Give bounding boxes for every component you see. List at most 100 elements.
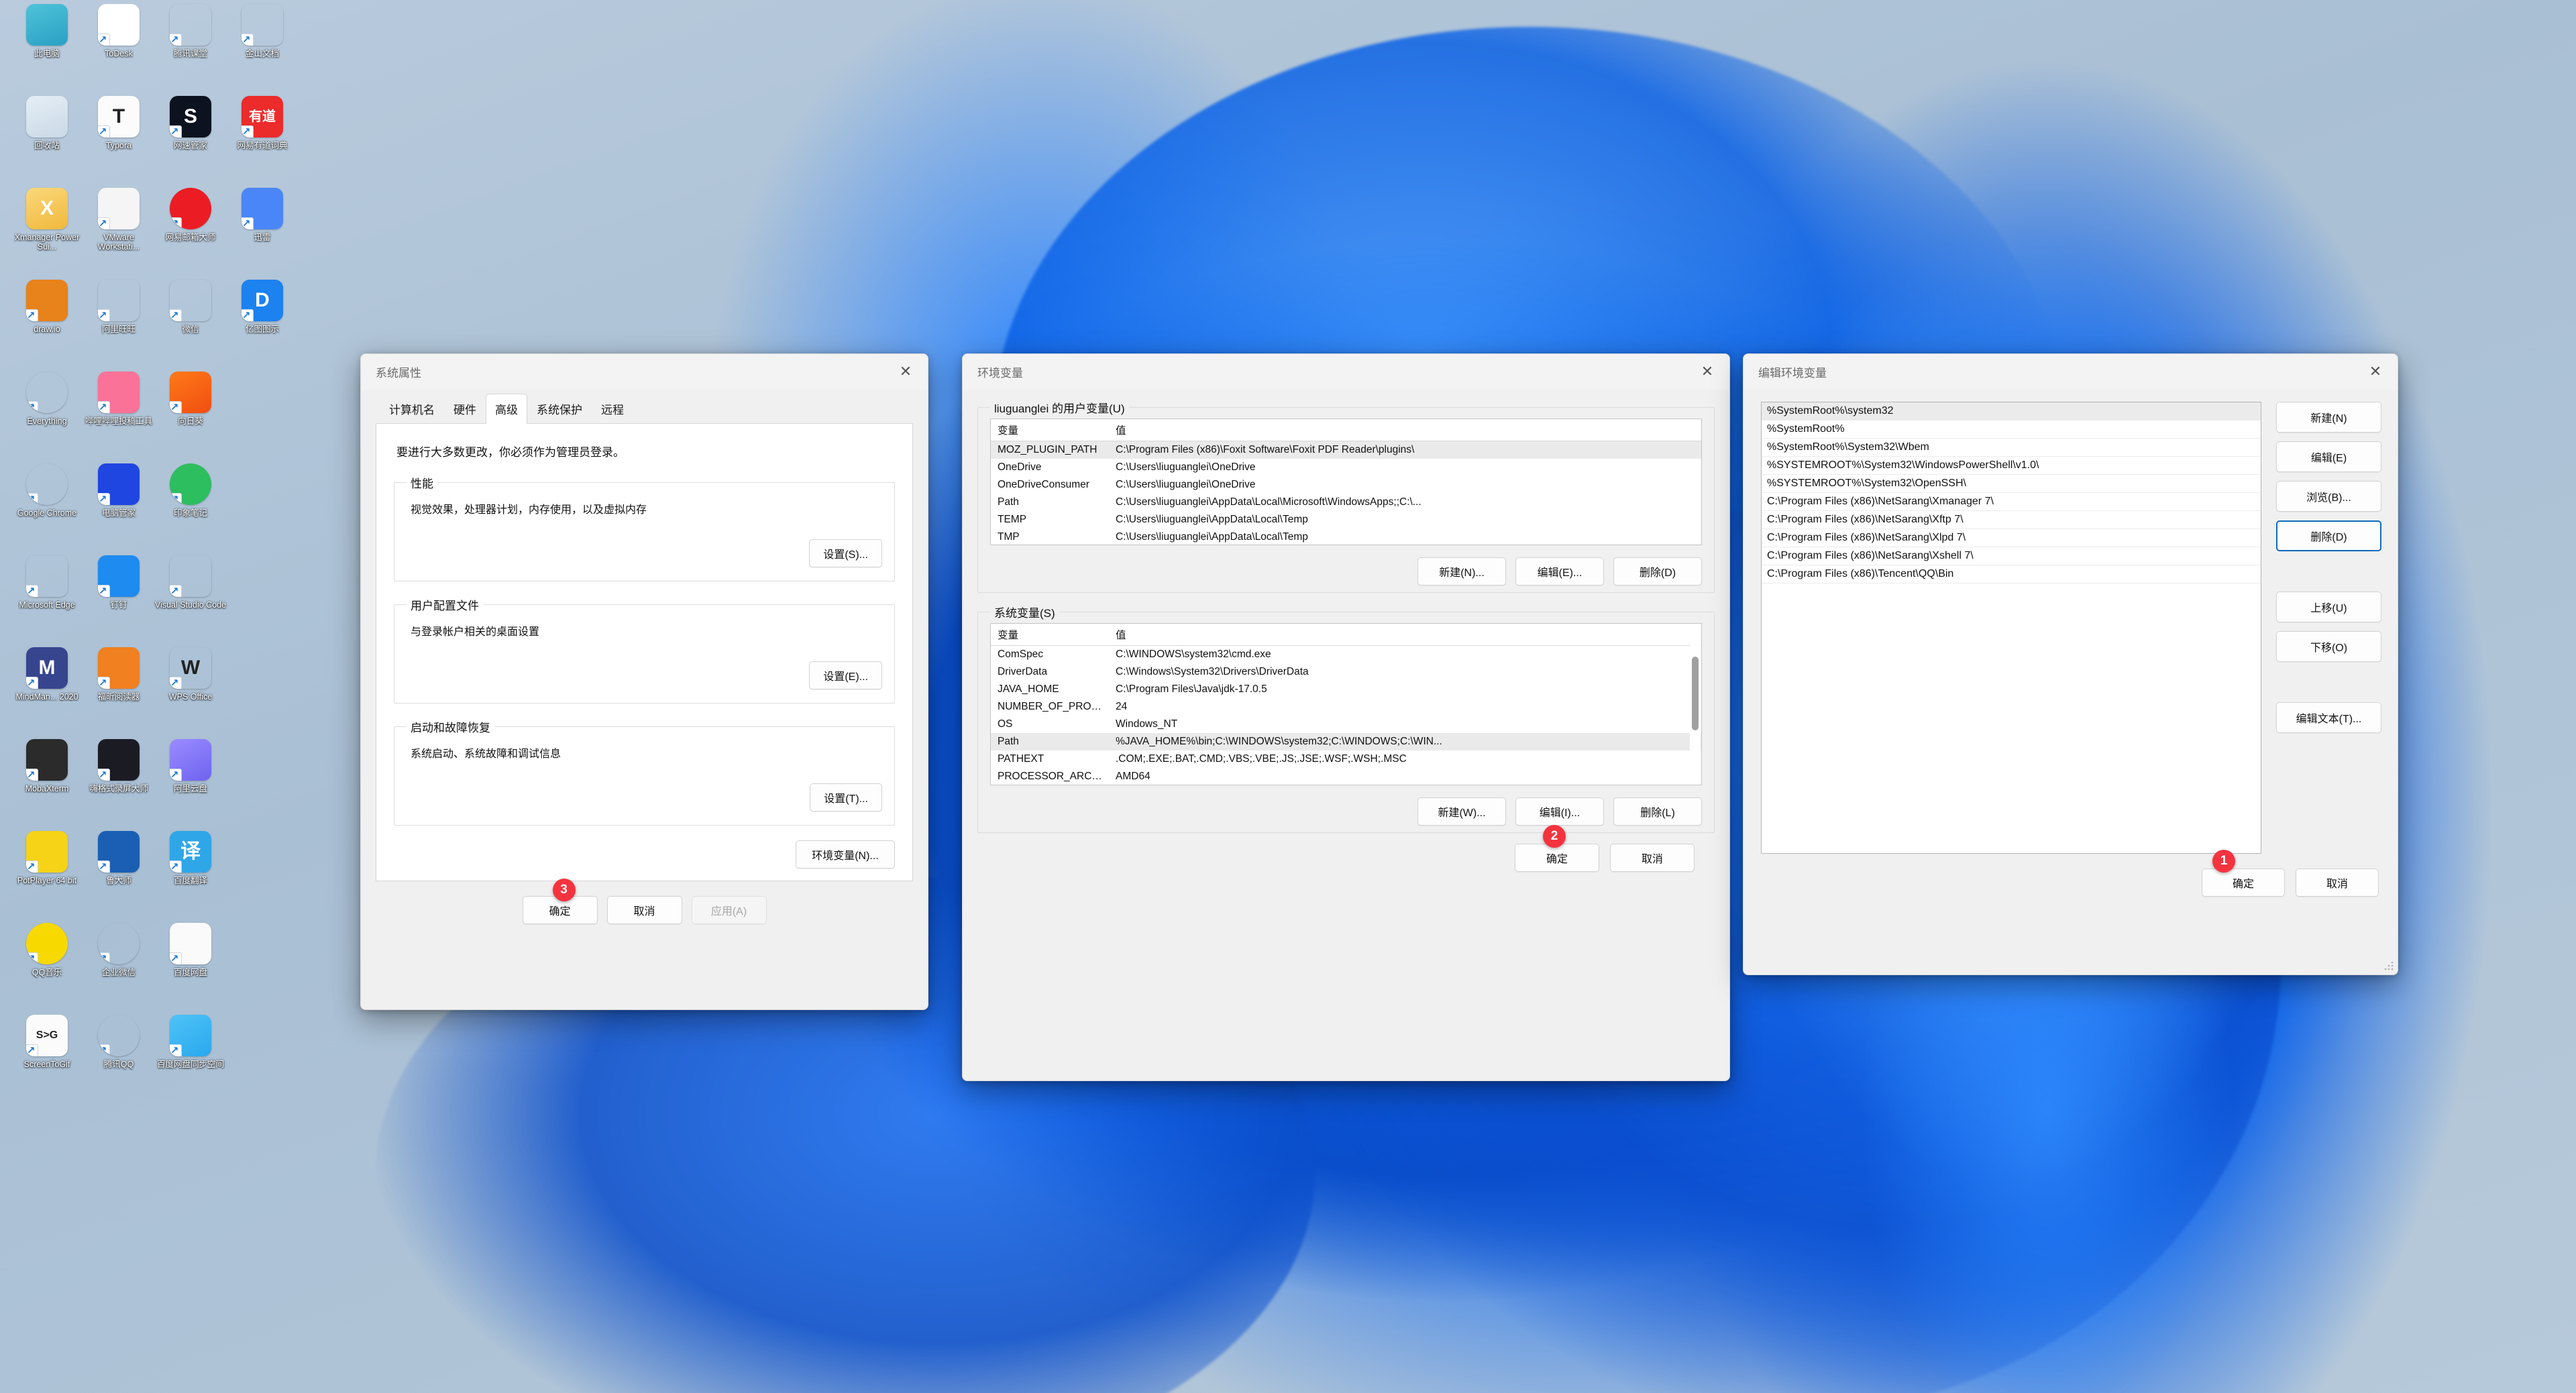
close-icon[interactable]: ✕ xyxy=(2353,354,2398,389)
edit-environment-ok-button[interactable]: 确定 xyxy=(2202,869,2285,897)
edit-env-编辑文本T-button[interactable]: 编辑文本(T)... xyxy=(2276,702,2381,733)
tab-高级[interactable]: 高级 xyxy=(486,394,527,424)
desktop-icon-aliwangwang[interactable]: ↗ 阿里旺旺 xyxy=(81,280,156,334)
desktop-icon-microsoft-edge[interactable]: ↗ Microsoft Edge xyxy=(9,555,85,610)
desktop-icon-drawio[interactable]: ↗ draw.io xyxy=(9,280,85,334)
list-item[interactable]: %SYSTEMROOT%\System32\OpenSSH\ xyxy=(1762,475,2261,493)
list-item[interactable]: %SystemRoot%\System32\Wbem xyxy=(1762,439,2261,457)
tab-硬件[interactable]: 硬件 xyxy=(444,394,486,424)
edit-environment-variable-window[interactable]: 编辑环境变量 ✕ %SystemRoot%\system32 %SystemRoo… xyxy=(1743,353,2398,975)
desktop-icon-evernote[interactable]: ↗ 印象笔记 xyxy=(153,463,228,518)
close-icon[interactable]: ✕ xyxy=(883,354,928,389)
desktop-icon-thunder-xunlei[interactable]: ↗ 迅雷 xyxy=(225,188,300,242)
desktop-icon-bilibili-upload[interactable]: ↗ 哔哩哔哩投稿工具 xyxy=(81,372,156,426)
desktop-icon-sunlogin[interactable]: ↗ 向日葵 xyxy=(153,372,228,426)
environment-variables-window[interactable]: 环境变量 ✕ liuguanglei 的用户变量(U) 变量值 MOZ_PLUGI… xyxy=(962,353,1730,1081)
table-row[interactable]: Path C:\Users\liuguanglei\AppData\Local\M… xyxy=(991,494,1701,511)
list-item[interactable]: C:\Program Files (x86)\NetSarang\Xshell … xyxy=(1762,547,2261,565)
desktop-icon-haigeshi-recorder[interactable]: ↗ 嗨格式录屏大师 xyxy=(81,739,156,793)
desktop-icon-screentogif[interactable]: S>G ↗ ScreenToGif xyxy=(9,1015,85,1069)
table-row[interactable]: NUMBER_OF_PROCESSORS 24 xyxy=(991,698,1701,716)
desktop-icon-tencent-pc-manager[interactable]: ↗ 电脑管家 xyxy=(81,463,156,518)
desktop-icon-kingsoft-docs[interactable]: ↗ 金山文档 xyxy=(225,4,300,58)
desktop-icon-netspeed-manager[interactable]: S ↗ 网速管家 xyxy=(153,96,228,150)
user-variable-edit-button[interactable]: 编辑(E)... xyxy=(1515,557,1604,586)
table-row[interactable]: Path %JAVA_HOME%\bin;C:\WINDOWS\system32;… xyxy=(991,733,1701,750)
desktop-icon-qq-music[interactable]: ↗ QQ音乐 xyxy=(9,923,85,977)
list-item[interactable]: C:\Program Files (x86)\Tencent\QQ\Bin xyxy=(1762,565,2261,583)
user-variable-new-button[interactable]: 新建(N)... xyxy=(1417,557,1506,586)
environment-variables-cancel-button[interactable]: 取消 xyxy=(1610,844,1695,872)
table-row[interactable]: OneDriveConsumer C:\Users\liuguanglei\One… xyxy=(991,476,1701,494)
table-row[interactable]: DriverData C:\Windows\System32\Drivers\Dr… xyxy=(991,663,1701,681)
system-variables-buttons[interactable]: 新建(W)... 编辑(I)... 删除(L) xyxy=(990,797,1702,826)
table-row[interactable]: PATHEXT .COM;.EXE;.BAT;.CMD;.VBS;.VBE;.JS… xyxy=(991,750,1701,768)
edit-environment-side-buttons[interactable]: 新建(N) 编辑(E) 浏览(B)... 删除(D) 上移(U) 下移(O) 编辑文本(T)… xyxy=(2276,402,2381,854)
tab-远程[interactable]: 远程 xyxy=(592,394,633,424)
desktop-icon-mindmanager[interactable]: M ↗ MindMan... 2020 xyxy=(9,647,85,702)
table-row[interactable]: OS Windows_NT xyxy=(991,716,1701,733)
system-variables-table[interactable]: 变量值 ComSpec C:\WINDOWS\system32\cmd.exe Dri… xyxy=(991,624,1701,785)
desktop-icon-xmanager-folder[interactable]: X Xmanager Power Sui... xyxy=(9,188,85,252)
system-variable-new-button[interactable]: 新建(W)... xyxy=(1417,797,1506,826)
user-variables-buttons[interactable]: 新建(N)... 编辑(E)... 删除(D) xyxy=(990,557,1702,586)
resize-grip-icon[interactable] xyxy=(2384,962,2394,971)
desktop-icon-typora[interactable]: T ↗ Typora xyxy=(81,96,156,150)
system-properties-apply-button[interactable]: 应用(A) xyxy=(691,896,767,924)
system-variable-edit-button[interactable]: 编辑(I)... xyxy=(1515,797,1604,826)
settings-button-2[interactable]: 设置(E)... xyxy=(809,661,882,689)
desktop-icon-tencent-qq[interactable]: ↗ 腾讯QQ xyxy=(81,1015,156,1069)
user-variables-table[interactable]: 变量值 MOZ_PLUGIN_PATH C:\Program Files (x86)… xyxy=(991,419,1701,545)
desktop-icon-baidu-netdisk[interactable]: ↗ 百度网盘 xyxy=(153,923,228,977)
system-properties-titlebar[interactable]: 系统属性 ✕ xyxy=(361,354,928,390)
edit-env-下移O-button[interactable]: 下移(O) xyxy=(2276,631,2381,662)
desktop-icon-wechat[interactable]: ↗ 微信 xyxy=(153,280,228,334)
table-row[interactable]: PROCESSOR_ARCHITECTURE AMD64 xyxy=(991,768,1701,785)
desktop-icon-baidu-netdisk-sync[interactable]: ↗ 百度网盘同步空间 xyxy=(153,1015,228,1069)
edit-environment-cancel-button[interactable]: 取消 xyxy=(2296,869,2379,897)
system-properties-cancel-button[interactable]: 取消 xyxy=(606,896,682,924)
list-item[interactable]: C:\Program Files (x86)\NetSarang\Xmanage… xyxy=(1762,493,2261,511)
close-icon[interactable]: ✕ xyxy=(1685,354,1729,389)
table-row[interactable]: OneDrive C:\Users\liuguanglei\OneDrive xyxy=(991,459,1701,476)
settings-button-1[interactable]: 设置(S)... xyxy=(809,539,882,567)
system-variables-table-wrap[interactable]: 变量值 ComSpec C:\WINDOWS\system32\cmd.exe Dri… xyxy=(990,623,1702,785)
scrollbar-thumb[interactable] xyxy=(1692,657,1699,730)
desktop-icon-this-pc[interactable]: 此电脑 xyxy=(9,4,85,58)
table-row[interactable]: TEMP C:\Users\liuguanglei\AppData\Local\T… xyxy=(991,511,1701,528)
tab-系统保护[interactable]: 系统保护 xyxy=(527,394,592,424)
environment-variables-button[interactable]: 环境变量(N)... xyxy=(796,840,895,869)
edit-env-删除D-button[interactable]: 删除(D) xyxy=(2276,520,2381,551)
list-item[interactable]: C:\Program Files (x86)\NetSarang\Xlpd 7\ xyxy=(1762,529,2261,547)
table-row[interactable]: TMP C:\Users\liuguanglei\AppData\Local\Te… xyxy=(991,528,1701,545)
environment-variables-ok-button[interactable]: 确定 xyxy=(1515,844,1599,872)
settings-button-3[interactable]: 设置(T)... xyxy=(810,783,882,812)
desktop-icon-aliyun-drive[interactable]: ↗ 阿里云盘 xyxy=(153,739,228,793)
desktop-icon-mobaxterm[interactable]: ↗ MobaXterm xyxy=(9,739,85,793)
list-item[interactable]: %SYSTEMROOT%\System32\WindowsPowerShell\… xyxy=(1762,457,2261,475)
desktop-icon-baidu-translate[interactable]: 译 ↗ 百度翻译 xyxy=(153,831,228,885)
tab-计算机名[interactable]: 计算机名 xyxy=(380,394,444,424)
desktop-icon-everything-search[interactable]: ↗ Everything xyxy=(9,372,85,426)
edit-env-浏览B-button[interactable]: 浏览(B)... xyxy=(2276,481,2381,512)
user-variables-table-wrap[interactable]: 变量值 MOZ_PLUGIN_PATH C:\Program Files (x86)… xyxy=(990,419,1702,545)
edit-env-上移U-button[interactable]: 上移(U) xyxy=(2276,592,2381,622)
desktop-icon-youdao-dict[interactable]: 有道 ↗ 网易有道词典 xyxy=(225,96,300,150)
desktop-icon-potplayer[interactable]: ↗ PotPlayer 64 bit xyxy=(9,831,85,885)
list-item[interactable]: C:\Program Files (x86)\NetSarang\Xftp 7\ xyxy=(1762,511,2261,529)
path-entries-listbox[interactable]: %SystemRoot%\system32 %SystemRoot% %System… xyxy=(1761,402,2261,854)
desktop-icon-google-chrome[interactable]: ↗ Google Chrome xyxy=(9,463,85,518)
system-variable-delete-button[interactable]: 删除(L) xyxy=(1613,797,1702,826)
desktop-icon-dingtalk[interactable]: ↗ 钉钉 xyxy=(81,555,156,610)
edit-env-编辑E-button[interactable]: 编辑(E) xyxy=(2276,441,2381,472)
desktop-icon-wecom[interactable]: ↗ 企业微信 xyxy=(81,923,156,977)
desktop-icon-vmware-workstation[interactable]: ↗ VMware Workstati... xyxy=(81,188,156,252)
environment-variables-titlebar[interactable]: 环境变量 ✕ xyxy=(963,354,1729,390)
table-row[interactable]: JAVA_HOME C:\Program Files\Java\jdk-17.0.… xyxy=(991,681,1701,698)
table-row[interactable]: MOZ_PLUGIN_PATH C:\Program Files (x86)\Fo… xyxy=(991,441,1701,459)
desktop-icon-netease-mail[interactable]: ↗ 网易邮箱大师 xyxy=(153,188,228,242)
desktop-icon-wps-office[interactable]: W ↗ WPS Office xyxy=(153,647,228,702)
system-properties-tabs[interactable]: 计算机名 硬件 高级 系统保护 远程 xyxy=(376,394,913,424)
system-variables-scrollbar[interactable] xyxy=(1690,642,1701,784)
desktop-icon-ludashi[interactable]: ↗ 鲁大师 xyxy=(81,831,156,885)
